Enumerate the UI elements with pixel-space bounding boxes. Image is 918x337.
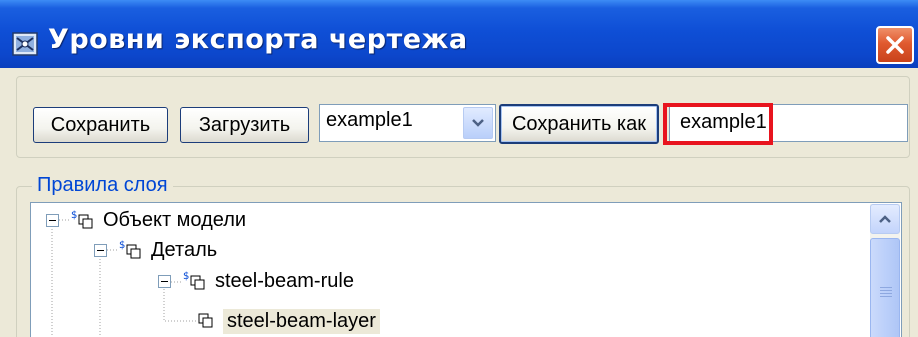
vertical-scrollbar[interactable]	[870, 204, 900, 337]
preset-select[interactable]: example1	[319, 104, 496, 142]
svg-text:$: $	[119, 240, 125, 251]
rule-node-icon: $	[183, 271, 205, 290]
svg-text:$: $	[183, 271, 189, 282]
scroll-thumb[interactable]	[870, 238, 900, 337]
close-button[interactable]	[876, 26, 914, 64]
tree-item-label: Объект модели	[103, 208, 247, 231]
collapse-icon[interactable]	[46, 213, 59, 227]
collapse-icon[interactable]	[94, 243, 107, 257]
chevron-down-icon	[472, 119, 484, 127]
tree-item-label: steel-beam-rule	[215, 269, 354, 292]
close-icon	[886, 36, 904, 54]
tree-item-detail[interactable]: $ Деталь	[94, 235, 217, 265]
tree-item-label: Деталь	[151, 238, 218, 261]
window-title: Уровни экспорта чертежа	[48, 24, 468, 55]
tree-item-object-model[interactable]: $ Объект модели	[46, 205, 246, 235]
title-bar[interactable]: Уровни экспорта чертежа	[0, 0, 918, 68]
tree-item-label: steel-beam-layer	[223, 308, 380, 334]
svg-text:$: $	[71, 210, 77, 221]
highlight-box	[663, 103, 773, 145]
app-icon	[12, 32, 38, 56]
dropdown-button[interactable]	[463, 107, 493, 139]
collapse-icon[interactable]	[158, 274, 171, 288]
load-button[interactable]: Загрузить	[180, 107, 309, 143]
scroll-up-button[interactable]	[870, 204, 900, 234]
save-button[interactable]: Сохранить	[33, 107, 168, 143]
rule-node-icon: $	[71, 210, 93, 229]
tree-item-steel-beam-rule[interactable]: $ steel-beam-rule	[158, 266, 354, 296]
grip-line	[880, 296, 892, 297]
grip-line	[880, 287, 892, 288]
preset-select-value: example1	[326, 109, 413, 131]
chevron-up-icon	[879, 215, 891, 223]
layer-rules-legend: Правила слоя	[32, 174, 173, 197]
rules-tree[interactable]: $ Объект модели $ Деталь $ steel-beam-ru…	[30, 202, 902, 337]
grip-line	[880, 290, 892, 291]
layer-node-icon	[198, 313, 213, 328]
rule-node-icon: $	[119, 240, 141, 259]
tree-item-steel-beam-layer[interactable]: steel-beam-layer	[197, 306, 380, 336]
grip-line	[880, 293, 892, 294]
save-as-button[interactable]: Сохранить как	[499, 104, 659, 144]
dialog-window: Уровни экспорта чертежа Сохранить Загруз…	[0, 0, 918, 337]
